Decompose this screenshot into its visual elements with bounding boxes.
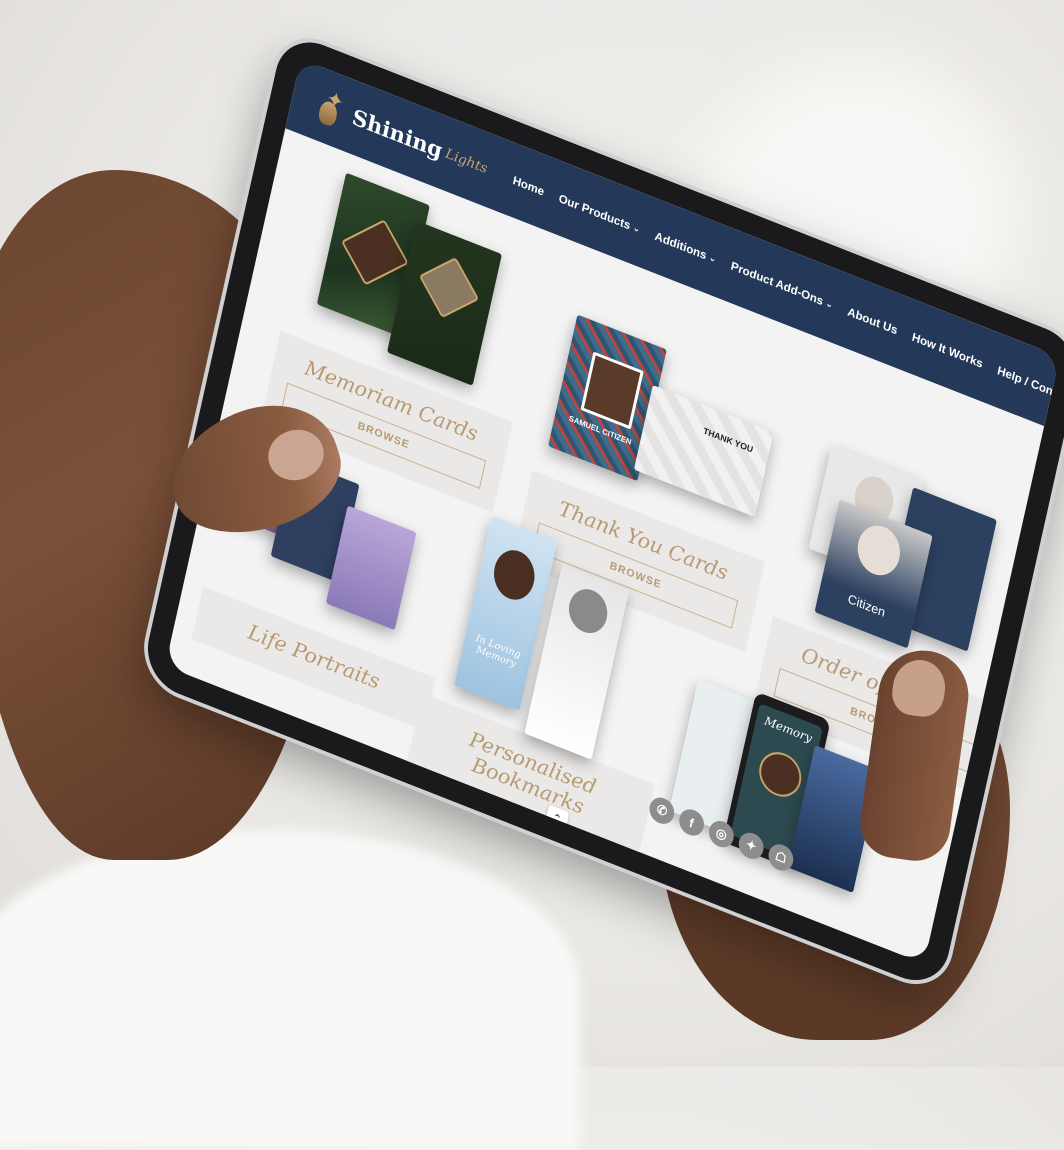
brand-name: Shining	[349, 104, 445, 165]
nav-home[interactable]: Home	[512, 173, 546, 198]
card-name: Citizen	[846, 591, 887, 620]
nav-about-us[interactable]: About Us	[846, 305, 899, 338]
chevron-down-icon: ⌄	[824, 297, 835, 310]
thank-you-text: THANK YOU	[702, 425, 755, 455]
thankyou-card-back: THANK YOU	[633, 384, 774, 518]
brand-tagline: Lights	[443, 145, 489, 178]
nav-how-it-works[interactable]: How It Works	[911, 330, 984, 371]
nav-additions[interactable]: Additions ⌄	[654, 229, 718, 266]
chevron-down-icon: ⌄	[632, 221, 642, 234]
bookmark-text: In Loving Memory	[474, 632, 522, 671]
chevron-down-icon: ⌄	[708, 251, 718, 264]
logo-icon: ✦	[311, 83, 351, 133]
lap	[0, 830, 580, 1150]
nav-product-add-ons[interactable]: Product Add-Ons ⌄	[730, 259, 835, 312]
nav-our-products[interactable]: Our Products ⌄	[557, 191, 641, 236]
invite-text: Memory	[763, 713, 814, 746]
